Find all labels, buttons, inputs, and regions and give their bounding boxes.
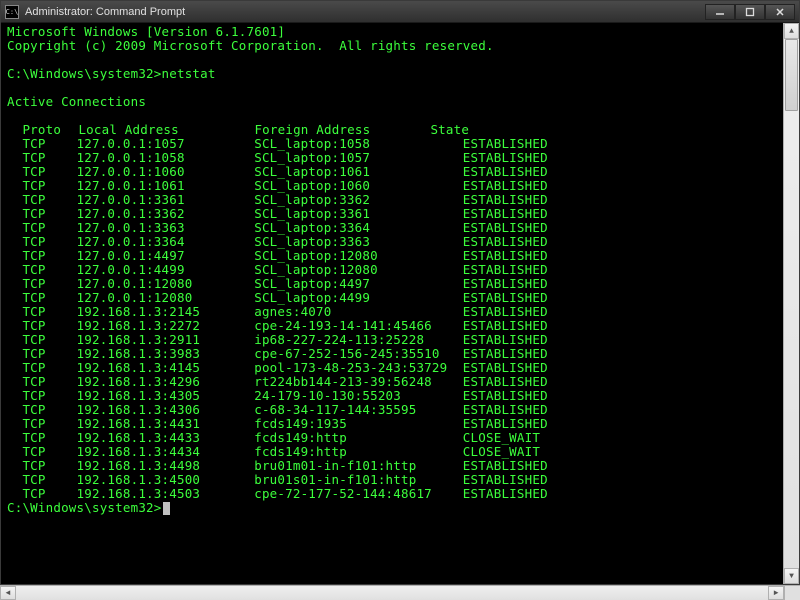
scrollbar-corner [784,586,800,600]
close-button[interactable] [765,4,795,20]
column-header-proto: Proto [22,123,78,137]
window-title: Administrator: Command Prompt [25,6,705,18]
cursor [163,502,170,515]
column-header-foreign: Foreign Address [254,123,430,137]
column-header-state: State [430,123,469,137]
scroll-track-vertical[interactable] [784,39,799,568]
column-header-local: Local Address [78,123,254,137]
minimize-icon [715,7,725,17]
minimize-button[interactable] [705,4,735,20]
prompt-path: C:\Windows\system32> [7,66,162,81]
cmd-icon: C:\ [5,5,19,19]
os-version-line: Microsoft Windows [Version 6.1.7601] [7,24,285,39]
end-prompt: C:\Windows\system32> [7,500,162,515]
window-controls [705,4,795,20]
terminal-output[interactable]: Microsoft Windows [Version 6.1.7601] Cop… [1,23,799,584]
scroll-down-button[interactable]: ▼ [784,568,799,584]
scroll-track-horizontal[interactable] [16,586,768,600]
maximize-icon [745,7,755,17]
connection-rows: TCP 127.0.0.1:1057 SCL_laptop:1058 ESTAB… [7,136,548,501]
typed-command: netstat [162,66,216,81]
scroll-right-button[interactable]: ► [768,586,784,600]
command-prompt-window: C:\ Administrator: Command Prompt Micros… [0,0,800,585]
scroll-thumb-vertical[interactable] [785,39,798,111]
window-titlebar[interactable]: C:\ Administrator: Command Prompt [1,1,799,23]
horizontal-scrollbar[interactable]: ◄ ► [0,585,800,600]
maximize-button[interactable] [735,4,765,20]
vertical-scrollbar[interactable]: ▲ ▼ [783,23,799,584]
close-icon [775,7,785,17]
scroll-left-button[interactable]: ◄ [0,586,16,600]
section-title: Active Connections [7,94,146,109]
scroll-up-button[interactable]: ▲ [784,23,799,39]
copyright-line: Copyright (c) 2009 Microsoft Corporation… [7,38,494,53]
